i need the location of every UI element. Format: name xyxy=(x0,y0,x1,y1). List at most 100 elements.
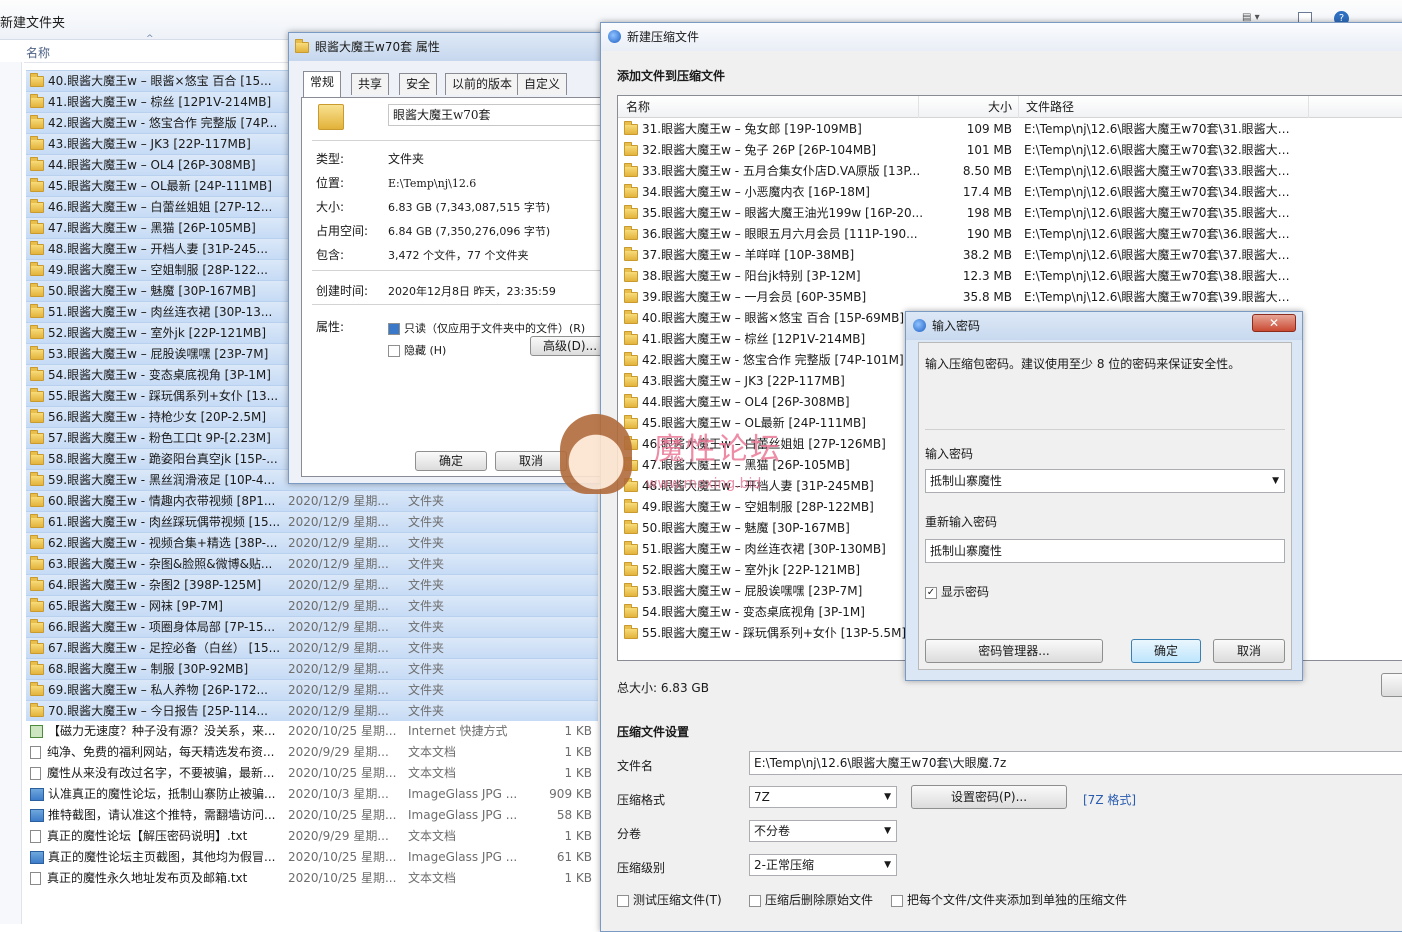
archive-titlebar[interactable]: 新建压缩文件 xyxy=(601,23,1402,51)
explorer-row[interactable]: 61.眼酱大魔王w - 肉丝踩玩偶带视频 [15... 2020/12/9 星期.… xyxy=(26,511,598,532)
explorer-row-label: 魔性从来没有改过名字，不要被骗，最新... xyxy=(47,766,275,780)
explorer-row[interactable]: 66.眼酱大魔王w - 项圈身体局部 [7P-15... 2020/12/9 星期… xyxy=(26,616,598,637)
archive-row[interactable]: 31.眼酱大魔王w – 兔女郎 [19P-109MB] 109 MB E:\Temp… xyxy=(618,119,1402,140)
folder-name-field[interactable]: 眼酱大魔王w70套 xyxy=(388,104,602,126)
tab-sharing[interactable]: 共享 xyxy=(351,73,390,95)
archive-row[interactable]: 32.眼酱大魔王w – 兔子 26P [26P-104MB] 101 MB E:\T… xyxy=(618,140,1402,161)
attributes-label: 属性: xyxy=(316,320,345,334)
explorer-row[interactable]: 真正的魔性论坛【解压密码说明】.txt 2020/9/29 星期... 文本文档 1 … xyxy=(26,826,598,847)
archive-row[interactable]: 37.眼酱大魔王w – 羊咩咩 [10P-38MB] 38.2 MB E:\Temp… xyxy=(618,245,1402,266)
password-manager-button[interactable]: 密码管理器... xyxy=(925,639,1103,663)
enter-password-input[interactable]: 抵制山寨魔性 ▼ xyxy=(925,469,1285,493)
explorer-row-label: 55.眼酱大魔王w - 踩玩偶系列+女仆 [13... xyxy=(48,389,279,403)
archive-row-size: 8.50 MB xyxy=(962,164,1012,178)
explorer-row[interactable]: 真正的魔性永久地址发布页及邮箱.txt 2020/10/25 星期... 文本文档 1… xyxy=(26,868,598,889)
archive-row[interactable]: 35.眼酱大魔王w – 眼酱大魔王油光199w [16P-20... 198 MB… xyxy=(618,203,1402,224)
tab-security[interactable]: 安全 xyxy=(399,73,438,95)
password-ok-button[interactable]: 确定 xyxy=(1131,639,1201,663)
explorer-row-label: 认准真正的魔性论坛，抵制山寨防止被骗... xyxy=(48,787,276,801)
format-select[interactable]: 7Z ▼ xyxy=(749,786,897,808)
folder-icon xyxy=(30,619,44,633)
explorer-row[interactable]: 63.眼酱大魔王w - 杂图&脸照&微博&贴... 2020/12/9 星期...… xyxy=(26,553,598,574)
explorer-row[interactable]: 62.眼酱大魔王w - 视频合集+精选 [38P-... 2020/12/9 星期… xyxy=(26,532,598,553)
explorer-row-label: 58.眼酱大魔王w - 跪姿阳台真空jk [15P-... xyxy=(48,452,278,466)
explorer-row-date: 2020/9/29 星期... xyxy=(288,745,389,759)
explorer-row-name: 64.眼酱大魔王w - 杂图2 [398P-125M] xyxy=(30,575,282,595)
archive-row-name: 52.眼酱大魔王w – 室外jk [22P-121MB] xyxy=(624,560,924,581)
column-header-name[interactable]: 名称 xyxy=(626,96,650,118)
show-password-checkbox[interactable]: ✓ xyxy=(925,586,937,599)
archive-row[interactable]: 38.眼酱大魔王w – 阳台jk特别 [3P-12M] 12.3 MB E:\Tem… xyxy=(618,266,1402,287)
explorer-row[interactable]: 60.眼酱大魔王w - 情趣内衣带视频 [8P1... 2020/12/9 星期.… xyxy=(26,490,598,511)
dropdown-arrow-icon: ▼ xyxy=(1272,476,1279,486)
explorer-row[interactable]: 64.眼酱大魔王w - 杂图2 [398P-125M] 2020/12/9 星期.… xyxy=(26,574,598,595)
header-divider xyxy=(1018,96,1019,118)
readonly-checkbox[interactable] xyxy=(388,323,400,335)
archive-row-label: 54.眼酱大魔王w - 变态桌底视角 [3P-1M] xyxy=(642,605,865,619)
column-header-path[interactable]: 文件路径 xyxy=(1026,96,1074,118)
explorer-row-date: 2020/9/29 星期... xyxy=(288,829,389,843)
explorer-row-name: 魔性从来没有改过名字，不要被骗，最新... xyxy=(30,763,282,784)
archive-row[interactable]: 34.眼酱大魔王w – 小恶魔内衣 [16P-18M] 17.4 MB E:\Tem… xyxy=(618,182,1402,203)
explorer-row[interactable]: 67.眼酱大魔王w - 足控必备（白丝） [15... 2020/12/9 星期.… xyxy=(26,637,598,658)
archive-row-label: 52.眼酱大魔王w – 室外jk [22P-121MB] xyxy=(642,563,861,577)
reenter-password-input[interactable]: 抵制山寨魔性 xyxy=(925,539,1285,563)
properties-titlebar[interactable]: 眼酱大魔王w70套 属性 xyxy=(289,33,607,61)
filename-input[interactable]: E:\Temp\nj\12.6\眼酱大魔王w70套\大眼魔.7z xyxy=(749,751,1402,775)
tab-general[interactable]: 常规 xyxy=(303,71,342,98)
archive-row-name: 48.眼酱大魔王w – 开档人妻 [31P-245MB] xyxy=(624,476,924,497)
image-file-icon xyxy=(30,809,44,822)
tab-previous-versions[interactable]: 以前的版本 xyxy=(445,73,520,95)
archive-row-size: 35.8 MB xyxy=(962,290,1012,304)
test-archive-checkbox[interactable] xyxy=(617,894,629,907)
tab-customize[interactable]: 自定义 xyxy=(517,73,568,95)
explorer-row[interactable]: 【磁力无速度？种子没有源？没关系，来... 2020/10/25 星期... Int… xyxy=(26,721,598,742)
archive-row-label: 50.眼酱大魔王w – 魅魔 [30P-167MB] xyxy=(642,521,850,535)
archive-row-label: 40.眼酱大魔王w – 眼酱×悠宝 百合 [15P-69MB] xyxy=(642,311,905,325)
explorer-row-name: 纯净、免费的福利网站，每天精选发布资... xyxy=(30,742,282,763)
explorer-row[interactable]: 推特截图，请认准这个推特，需翻墙访问... 2020/10/25 星期... Ima… xyxy=(26,805,598,826)
explorer-row-name: 真正的魔性论坛主页截图，其他均为假冒... xyxy=(30,847,282,868)
volume-select[interactable]: 不分卷 ▼ xyxy=(749,820,897,842)
readonly-label: 只读（仅应用于文件夹中的文件）(R) xyxy=(404,322,586,335)
set-password-button[interactable]: 设置密码(P)... xyxy=(911,785,1067,809)
archive-row[interactable]: 36.眼酱大魔王w – 眼眼五月六月会员 [111P-190... 190 MB E… xyxy=(618,224,1402,245)
column-header-size[interactable]: 大小 xyxy=(988,96,1012,118)
folder-icon xyxy=(30,262,44,276)
explorer-row[interactable]: 68.眼酱大魔王w – 制服 [30P-92MB] 2020/12/9 星期...… xyxy=(26,658,598,679)
explorer-row[interactable]: 69.眼酱大魔王w – 私人养物 [26P-172... 2020/12/9 星期… xyxy=(26,679,598,700)
right-edge-button[interactable] xyxy=(1381,673,1402,697)
explorer-row-label: 68.眼酱大魔王w – 制服 [30P-92MB] xyxy=(48,662,249,676)
hidden-checkbox[interactable] xyxy=(388,345,400,357)
archive-row-path: E:\Temp\nj\12.6\眼酱大魔王w70套\39.眼酱大魔... xyxy=(1024,290,1298,304)
properties-ok-button[interactable]: 确定 xyxy=(415,451,487,471)
password-titlebar[interactable]: 输入密码 xyxy=(906,312,1302,340)
archive-row-name: 50.眼酱大魔王w – 魅魔 [30P-167MB] xyxy=(624,518,924,539)
explorer-row[interactable]: 真正的魔性论坛主页截图，其他均为假冒... 2020/10/25 星期... Ima… xyxy=(26,847,598,868)
explorer-row[interactable]: 65.眼酱大魔王w - 网袜 [9P-7M] 2020/12/9 星期... 文件夹 xyxy=(26,595,598,616)
archive-row[interactable]: 33.眼酱大魔王w - 五月合集女仆店D.VA原版 [13P... 8.50 MB… xyxy=(618,161,1402,182)
explorer-row-type: ImageGlass JPG ... xyxy=(408,808,518,822)
close-button[interactable]: ✕ xyxy=(1252,314,1296,332)
separate-archives-checkbox[interactable] xyxy=(891,894,903,907)
format-info-link[interactable]: [7Z 格式] xyxy=(1083,791,1136,808)
column-header-name[interactable]: 名称 xyxy=(26,44,50,61)
delete-after-checkbox[interactable] xyxy=(749,894,761,907)
explorer-row-name: 65.眼酱大魔王w - 网袜 [9P-7M] xyxy=(30,596,282,616)
advanced-button[interactable]: 高级(D)... xyxy=(530,336,610,356)
password-cancel-button[interactable]: 取消 xyxy=(1213,639,1285,663)
enter-password-label: 输入密码 xyxy=(925,447,974,461)
location-label: 位置: xyxy=(316,176,345,190)
explorer-row[interactable]: 认准真正的魔性论坛，抵制山寨防止被骗... 2020/10/3 星期... Imag… xyxy=(26,784,598,805)
explorer-row-name: 46.眼酱大魔王w – 白蕾丝姐姐 [27P-12... xyxy=(30,197,282,217)
explorer-row[interactable]: 70.眼酱大魔王w – 今日报告 [25P-114... 2020/12/9 星期… xyxy=(26,700,598,721)
properties-cancel-button[interactable]: 取消 xyxy=(495,451,567,471)
explorer-row-label: 41.眼酱大魔王w – 棕丝 [12P1V-214MB] xyxy=(48,95,272,109)
archive-row-size: 17.4 MB xyxy=(962,185,1012,199)
level-select[interactable]: 2-正常压缩 ▼ xyxy=(749,854,897,876)
archive-row-label: 45.眼酱大魔王w – OL最新 [24P-111MB] xyxy=(642,416,866,430)
explorer-row-label: 真正的魔性论坛主页截图，其他均为假冒... xyxy=(48,850,276,864)
explorer-row[interactable]: 纯净、免费的福利网站，每天精选发布资... 2020/9/29 星期... 文本文档… xyxy=(26,742,598,763)
explorer-row[interactable]: 魔性从来没有改过名字，不要被骗，最新... 2020/10/25 星期... 文本文… xyxy=(26,763,598,784)
archive-row[interactable]: 39.眼酱大魔王w – 一月会员 [60P-35MB] 35.8 MB E:\Tem… xyxy=(618,287,1402,308)
